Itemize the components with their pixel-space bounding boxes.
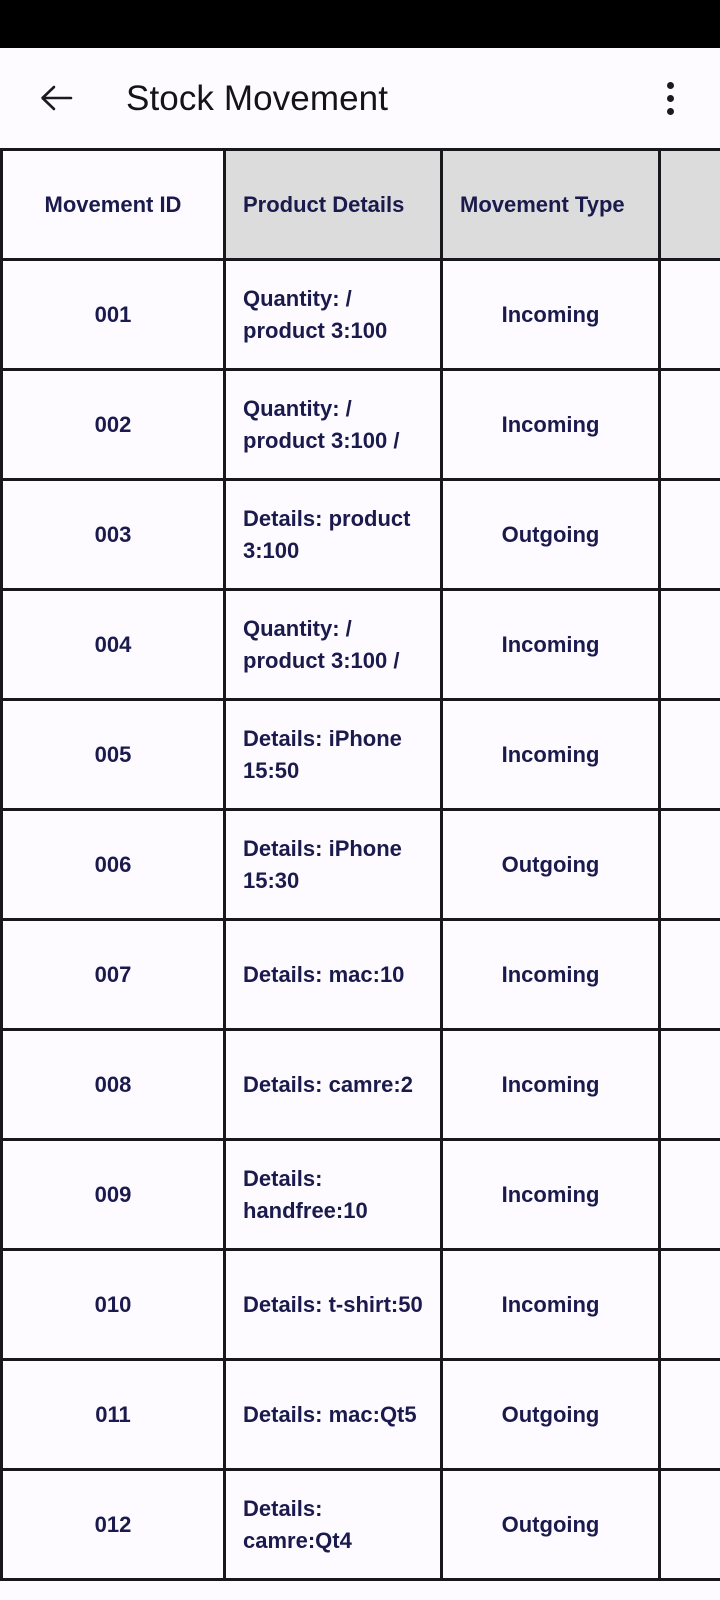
table-row[interactable]: 001 Quantity: / product 3:100 Incoming <box>0 258 720 371</box>
cell-movement-id: 003 <box>0 478 226 591</box>
table-row[interactable]: 004 Quantity: / product 3:100 /Incoming <box>0 588 720 701</box>
overflow-dot <box>666 94 674 102</box>
cell-movement-id: 009 <box>0 1138 226 1251</box>
cell-movement-type: Incoming <box>440 918 661 1031</box>
cell-product-details: Quantity: / product 3:100 / <box>223 588 443 701</box>
cell-movement-type: Outgoing <box>440 808 661 921</box>
table-row[interactable]: 009 Details: handfree:10 Incoming <box>0 1138 720 1251</box>
back-button[interactable] <box>30 72 82 124</box>
status-bar <box>0 0 720 48</box>
table-row[interactable]: 012 Details: camre:Qt4 Outgoing <box>0 1468 720 1581</box>
column-header-product-details[interactable]: Product Details <box>223 148 443 261</box>
table-body: 001 Quantity: / product 3:100 Incoming 002 Q… <box>0 258 720 1581</box>
cell-product-details: Details: camre:2 <box>223 1028 443 1141</box>
cell-clipped <box>658 478 720 591</box>
cell-movement-type: Outgoing <box>440 1358 661 1471</box>
column-header-movement-type[interactable]: Movement Type <box>440 148 661 261</box>
cell-movement-type: Incoming <box>440 588 661 701</box>
table-row[interactable]: 011 Details: mac:Qt5 Outgoing <box>0 1358 720 1471</box>
cell-movement-type: Incoming <box>440 1138 661 1251</box>
table-row[interactable]: 010 Details: t-shirt:50 Incoming <box>0 1248 720 1361</box>
app-screen: Stock Movement Movement ID Product Detai… <box>0 0 720 1600</box>
cell-clipped <box>658 258 720 371</box>
column-header-movement-id[interactable]: Movement ID <box>0 148 226 261</box>
cell-product-details: Quantity: / product 3:100 / <box>223 368 443 481</box>
stock-movement-table-scroll[interactable]: Movement ID Product Details Movement Typ… <box>0 148 720 1600</box>
table-row[interactable]: 002 Quantity: / product 3:100 /Incoming <box>0 368 720 481</box>
table-row[interactable]: 007 Details: mac:10 Incoming <box>0 918 720 1031</box>
table-row[interactable]: 008 Details: camre:2 Incoming <box>0 1028 720 1141</box>
cell-product-details: Details: camre:Qt4 <box>223 1468 443 1581</box>
table-row[interactable]: 003 Details: product 3:100 Outgoing <box>0 478 720 591</box>
table-row[interactable]: 006 Details: iPhone 15:30 Outgoing <box>0 808 720 921</box>
cell-movement-type: Incoming <box>440 258 661 371</box>
cell-movement-type: Incoming <box>440 698 661 811</box>
cell-movement-id: 012 <box>0 1468 226 1581</box>
app-bar: Stock Movement <box>0 48 720 148</box>
more-vertical-icon[interactable] <box>642 70 698 126</box>
cell-movement-id: 005 <box>0 698 226 811</box>
cell-movement-id: 008 <box>0 1028 226 1141</box>
cell-product-details: Details: mac:10 <box>223 918 443 1031</box>
cell-clipped <box>658 588 720 701</box>
cell-clipped <box>658 808 720 921</box>
cell-product-details: Quantity: / product 3:100 <box>223 258 443 371</box>
cell-clipped <box>658 1248 720 1361</box>
cell-clipped <box>658 698 720 811</box>
cell-movement-id: 002 <box>0 368 226 481</box>
cell-product-details: Details: product 3:100 <box>223 478 443 591</box>
cell-clipped <box>658 1468 720 1581</box>
cell-clipped <box>658 368 720 481</box>
table-header: Movement ID Product Details Movement Typ… <box>0 148 720 261</box>
cell-clipped <box>658 1028 720 1141</box>
cell-product-details: Details: iPhone 15:30 <box>223 808 443 921</box>
cell-clipped <box>658 1358 720 1471</box>
cell-movement-id: 010 <box>0 1248 226 1361</box>
table-row[interactable]: 005 Details: iPhone 15:50 Incoming <box>0 698 720 811</box>
cell-clipped <box>658 918 720 1031</box>
column-header-clipped[interactable] <box>658 148 720 261</box>
overflow-dot <box>666 107 674 115</box>
arrow-left-icon <box>38 83 74 113</box>
table-header-row: Movement ID Product Details Movement Typ… <box>0 148 720 261</box>
cell-product-details: Details: mac:Qt5 <box>223 1358 443 1471</box>
stock-movement-table: Movement ID Product Details Movement Typ… <box>0 148 720 1581</box>
cell-movement-type: Incoming <box>440 1028 661 1141</box>
cell-movement-id: 006 <box>0 808 226 921</box>
cell-movement-type: Outgoing <box>440 478 661 591</box>
cell-movement-id: 007 <box>0 918 226 1031</box>
cell-product-details: Details: t-shirt:50 <box>223 1248 443 1361</box>
cell-movement-type: Incoming <box>440 368 661 481</box>
cell-product-details: Details: iPhone 15:50 <box>223 698 443 811</box>
cell-clipped <box>658 1138 720 1251</box>
overflow-dot <box>666 81 674 89</box>
cell-movement-id: 004 <box>0 588 226 701</box>
page-title: Stock Movement <box>126 78 389 118</box>
cell-movement-id: 001 <box>0 258 226 371</box>
cell-product-details: Details: handfree:10 <box>223 1138 443 1251</box>
cell-movement-type: Outgoing <box>440 1468 661 1581</box>
cell-movement-type: Incoming <box>440 1248 661 1361</box>
cell-movement-id: 011 <box>0 1358 226 1471</box>
